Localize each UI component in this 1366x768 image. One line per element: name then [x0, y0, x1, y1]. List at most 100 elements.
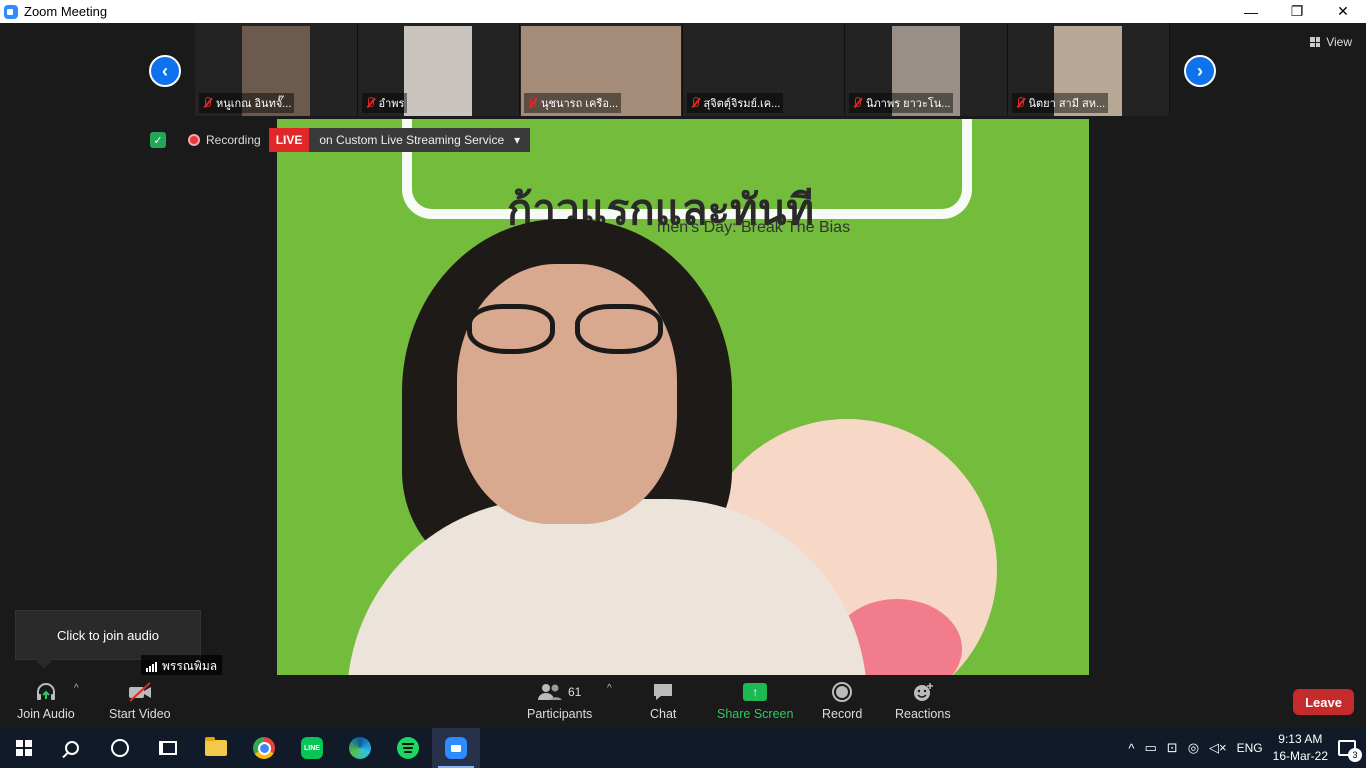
- share-screen-label: Share Screen: [717, 707, 794, 721]
- participants-label: Participants: [527, 707, 593, 721]
- participant-name: สุจิตต์ุจิรมย์.เค...: [703, 98, 781, 110]
- participant-name-label: สุจิตต์ุจิรมย์.เค...: [686, 93, 784, 113]
- mic-muted-icon: [527, 97, 537, 109]
- live-service-dropdown[interactable]: on Custom Live Streaming Service ▾: [309, 128, 531, 152]
- participant-tile[interactable]: สุจิตต์ุจิรมย์.เค...: [682, 23, 845, 116]
- volume-muted-icon[interactable]: ◁×: [1209, 740, 1227, 756]
- start-button[interactable]: [0, 728, 48, 768]
- share-screen-button[interactable]: ↑ Share Screen: [717, 681, 793, 721]
- cortana-button[interactable]: [96, 728, 144, 768]
- participant-name: อำพร: [378, 98, 405, 110]
- clock-date: 16-Mar-22: [1272, 749, 1328, 763]
- participant-name-label: นิตยา สามี สห...: [1011, 93, 1109, 113]
- participant-name-label: นุชนารถ เครือ...: [524, 93, 622, 113]
- show-hidden-icons-button[interactable]: ^: [1128, 741, 1134, 756]
- gallery-prev-button[interactable]: ‹: [149, 55, 181, 87]
- notification-center-icon[interactable]: 3: [1338, 740, 1362, 762]
- live-service-label: on Custom Live Streaming Service: [319, 133, 505, 147]
- reactions-button[interactable]: Reactions: [895, 681, 951, 721]
- network-status-icon[interactable]: ⊡: [1167, 740, 1178, 756]
- spotify-button[interactable]: [384, 728, 432, 768]
- participants-button[interactable]: 61 Participants: [527, 681, 592, 721]
- title-bar: Zoom Meeting — ❐ ✕: [0, 0, 1366, 23]
- participants-icon-row: 61: [537, 681, 582, 703]
- close-button[interactable]: ✕: [1320, 0, 1366, 23]
- participants-options-caret[interactable]: ^: [607, 683, 612, 694]
- recording-indicator[interactable]: Recording: [188, 133, 261, 147]
- participant-name-label: นิภาพร ยาวะโน...: [849, 93, 954, 113]
- active-speaker-video: ก้าวแรกและทันที men's Day: Break The Bia…: [277, 119, 1089, 675]
- speaker-face: [457, 264, 677, 524]
- spotify-icon: [397, 737, 419, 759]
- reactions-icon: [912, 681, 934, 703]
- record-label: Record: [822, 707, 863, 721]
- mic-muted-icon: [202, 97, 212, 109]
- minimize-button[interactable]: —: [1228, 0, 1274, 23]
- window-title: Zoom Meeting: [24, 4, 108, 19]
- meeting-stage: ‹ หนูเกณ อินทจั๊... อำพร นุชนารถ เครือ..…: [0, 23, 1366, 728]
- record-button[interactable]: Record: [822, 681, 862, 721]
- meet-now-icon[interactable]: ▭: [1144, 740, 1156, 756]
- participant-video: [404, 26, 473, 116]
- live-stream-indicator[interactable]: LIVE on Custom Live Streaming Service ▾: [268, 128, 531, 152]
- chrome-button[interactable]: [240, 728, 288, 768]
- participant-tile[interactable]: หนูเกณ อินทจั๊...: [195, 23, 358, 116]
- participant-strip: หนูเกณ อินทจั๊... อำพร นุชนารถ เครือ... …: [195, 23, 1170, 116]
- chat-button[interactable]: Chat: [650, 681, 676, 721]
- headphones-icon: [35, 681, 57, 703]
- grid-icon: [1310, 37, 1321, 47]
- audio-options-caret[interactable]: ^: [74, 683, 79, 694]
- restore-button[interactable]: ❐: [1274, 0, 1320, 23]
- people-icon: [537, 684, 562, 700]
- chevron-down-icon: ▾: [514, 133, 521, 147]
- zoom-app-icon: [4, 4, 18, 19]
- windows-taskbar: LINE ^ ▭ ⊡ ◎ ◁× ENG 9:13 AM 16-Mar-22 3: [0, 728, 1366, 768]
- view-label: View: [1326, 35, 1352, 49]
- share-screen-icon: ↑: [743, 683, 768, 701]
- participant-name: นิตยา สามี สห...: [1028, 98, 1106, 110]
- participant-tile[interactable]: นุชนารถ เครือ...: [520, 23, 683, 116]
- participant-name: หนูเกณ อินทจั๊...: [216, 98, 292, 110]
- share-screen-icon-wrap: ↑: [743, 681, 768, 703]
- view-button[interactable]: View: [1310, 35, 1352, 49]
- clock[interactable]: 9:13 AM 16-Mar-22: [1273, 731, 1328, 765]
- globe-icon[interactable]: ◎: [1188, 740, 1199, 756]
- participant-name-label: หนูเกณ อินทจั๊...: [199, 93, 295, 113]
- participant-tile[interactable]: อำพร: [357, 23, 520, 116]
- join-audio-button[interactable]: Join Audio: [17, 681, 75, 721]
- security-shield-icon[interactable]: ✓: [150, 132, 166, 148]
- start-video-button[interactable]: Start Video: [109, 681, 171, 721]
- recording-dot-icon: [188, 134, 200, 146]
- chrome-icon: [253, 737, 275, 759]
- mic-muted-icon: [852, 97, 862, 109]
- zoom-taskbar-button[interactable]: [432, 728, 480, 768]
- chat-label: Chat: [650, 707, 677, 721]
- file-explorer-button[interactable]: [192, 728, 240, 768]
- line-icon: LINE: [301, 737, 323, 759]
- gallery-next-button[interactable]: ›: [1184, 55, 1216, 87]
- participant-tile[interactable]: นิภาพร ยาวะโน...: [845, 23, 1008, 116]
- join-audio-tooltip: Click to join audio: [15, 610, 201, 660]
- recording-label: Recording: [206, 133, 261, 147]
- search-button[interactable]: [48, 728, 96, 768]
- participant-tile[interactable]: นิตยา สามี สห...: [1007, 23, 1170, 116]
- line-button[interactable]: LINE: [288, 728, 336, 768]
- leave-button[interactable]: Leave: [1293, 689, 1354, 715]
- meeting-status-row: ✓ Recording LIVE on Custom Live Streamin…: [150, 128, 531, 152]
- edge-button[interactable]: [336, 728, 384, 768]
- language-indicator[interactable]: ENG: [1237, 741, 1263, 755]
- search-icon: [65, 741, 79, 755]
- participant-name: นิภาพร ยาวะโน...: [866, 98, 951, 110]
- system-tray: ^ ▭ ⊡ ◎ ◁× ENG 9:13 AM 16-Mar-22 3: [1128, 728, 1366, 768]
- mic-muted-icon: [365, 97, 375, 109]
- record-icon: [832, 682, 853, 702]
- speaker-glasses: [467, 304, 667, 354]
- speaker-name: พรรณพิมล: [162, 659, 218, 673]
- participant-name: นุชนารถ เครือ...: [541, 98, 619, 110]
- participants-count: 61: [567, 685, 582, 699]
- participant-name-label: อำพร: [361, 93, 408, 113]
- notification-count: 3: [1348, 748, 1362, 762]
- signal-bars-icon: [146, 661, 157, 672]
- reactions-label: Reactions: [895, 707, 951, 721]
- task-view-button[interactable]: [144, 728, 192, 768]
